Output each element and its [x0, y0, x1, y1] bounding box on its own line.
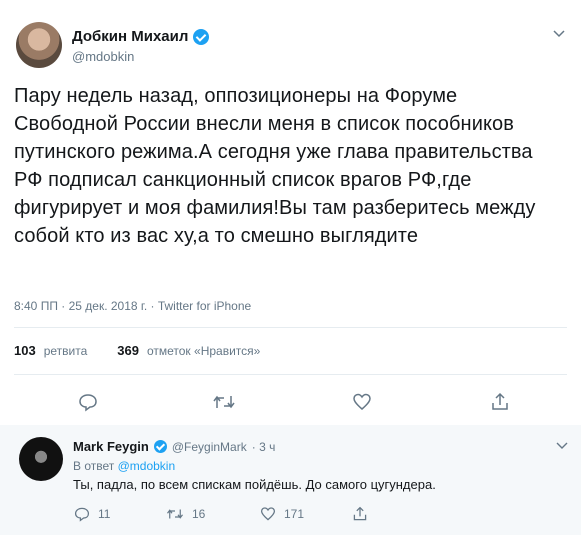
share-icon: [353, 506, 367, 521]
divider: [14, 374, 567, 375]
reply-author-handle[interactable]: @FeyginMark: [172, 440, 247, 454]
reply-to-handle[interactable]: @mdobkin: [118, 459, 176, 473]
reply-like-button[interactable]: 171: [260, 506, 304, 522]
reply-text: Ты, падла, по всем спискам пойдёшь. До с…: [73, 477, 436, 492]
tweet-timestamp[interactable]: 8:40 ПП · 25 дек. 2018 г. · Twitter for …: [14, 299, 251, 313]
engagement-stats: 103 ретвита 369 отметок «Нравится»: [14, 343, 260, 358]
author-avatar[interactable]: [16, 22, 62, 68]
author-name-row[interactable]: Добкин Михаил: [72, 28, 210, 45]
retweets-label[interactable]: ретвита: [44, 344, 88, 358]
share-icon[interactable]: [490, 392, 510, 417]
reply-icon: [74, 507, 90, 522]
reply-retweets-count: 16: [192, 507, 206, 521]
retweet-icon: [167, 509, 183, 519]
divider: [14, 327, 567, 328]
tweet-text: Пару недель назад, оппозиционеры на Фору…: [14, 85, 536, 247]
retweets-count[interactable]: 103: [14, 343, 36, 358]
reply-actions: 11 16 171: [0, 506, 581, 526]
chevron-down-icon[interactable]: [552, 26, 566, 42]
author-handle[interactable]: @mdobkin: [72, 49, 134, 64]
reply-author-row[interactable]: Mark Feygin @FeyginMark · 3 ч: [73, 439, 275, 454]
chevron-down-icon[interactable]: [556, 439, 568, 453]
heart-icon[interactable]: [352, 392, 372, 417]
verified-badge-icon: [193, 28, 210, 45]
heart-icon: [260, 507, 276, 521]
reply-reply-button[interactable]: 11: [74, 506, 110, 522]
tweet-actions: [0, 392, 581, 414]
reply-likes-count: 171: [284, 507, 305, 521]
likes-label[interactable]: отметок «Нравится»: [147, 344, 260, 358]
reply-replies-count: 11: [98, 507, 111, 521]
retweet-icon[interactable]: [212, 392, 236, 417]
reply-to-line: В ответ @mdobkin: [73, 459, 175, 473]
reply-retweet-button[interactable]: 16: [166, 506, 205, 522]
verified-badge-icon: [153, 440, 167, 453]
likes-count[interactable]: 369: [117, 343, 139, 358]
reply-to-label: В ответ: [73, 459, 115, 473]
reply-author-avatar[interactable]: [19, 437, 63, 481]
reply-author-name[interactable]: Mark Feygin: [73, 439, 149, 454]
author-name[interactable]: Добкин Михаил: [72, 28, 188, 45]
reply-icon[interactable]: [78, 392, 98, 417]
reply-time[interactable]: · 3 ч: [252, 440, 276, 454]
tweet-card: Добкин Михаил @mdobkin Пару недель назад…: [0, 0, 581, 535]
reply-share-button[interactable]: [352, 506, 368, 522]
